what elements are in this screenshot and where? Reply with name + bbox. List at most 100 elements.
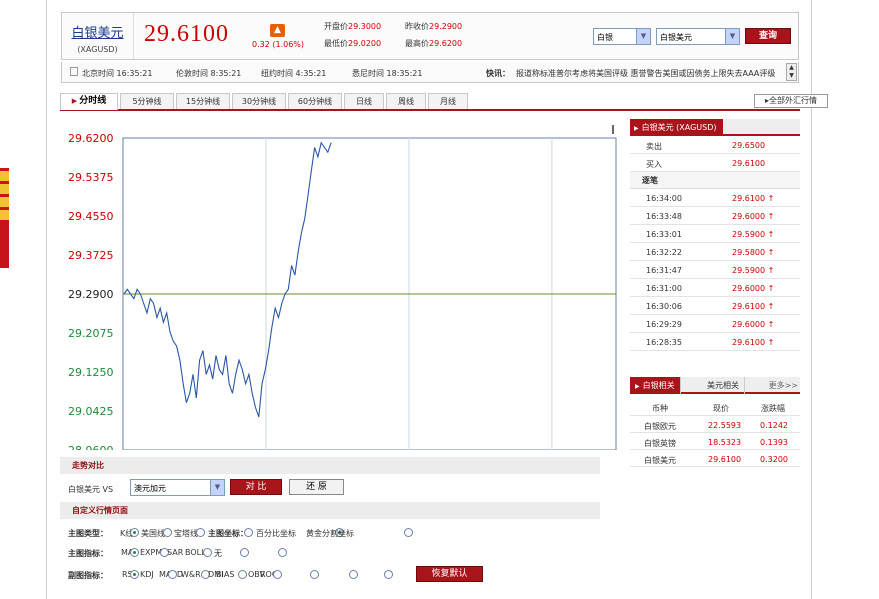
chart-period-tabs: ▶ 分时线 5分钟线 15分钟线 30分钟线 60分钟线 日线 周线 月线 ▸全部… [60, 93, 828, 111]
related-row[interactable]: 白银欧元 22.5593 0.1242 [630, 416, 800, 433]
intraday-chart: 29.6200 29.5375 29.4550 29.3725 29.2900 29.20… [60, 120, 620, 450]
london-time: 伦敦时间 8:35:21 [176, 69, 242, 78]
y-tick-label: 29.2075 [68, 327, 114, 340]
radio-extra-1[interactable] [310, 570, 319, 579]
right-quote-panel: ▶ 白银美元 (XAGUSD) 卖出 29.6500 买入 29.6100 逐笔 16… [630, 119, 800, 351]
left-frame-border [46, 0, 47, 599]
tick-row: 16:29:29 29.6000 ↑ [630, 315, 800, 333]
y-tick-label: 29.5375 [68, 171, 114, 184]
up-arrow-icon: ↑ [767, 284, 775, 293]
radio-rsi[interactable] [130, 570, 139, 579]
chevron-down-icon: ▼ [636, 29, 650, 44]
tab-usd-related[interactable]: 美元相关 [702, 377, 745, 394]
tick-row: 16:31:47 29.5900 ↑ [630, 261, 800, 279]
buy-row: 买入 29.6100 [630, 154, 800, 172]
low-price: 最低价29.0200 [324, 39, 382, 48]
radio-kdj[interactable] [168, 570, 177, 579]
reset-default-button[interactable]: 恢复默认 [416, 566, 483, 582]
radio-ma[interactable] [130, 548, 139, 557]
up-arrow-icon: ↑ [767, 302, 775, 311]
tick-row: 16:33:01 29.5900 ↑ [630, 225, 800, 243]
tick-row: 16:32:22 29.5800 ↑ [630, 243, 800, 261]
radio-boll[interactable] [203, 548, 212, 557]
compare-button[interactable]: 对 比 [230, 479, 282, 495]
tick-detail-header: 逐笔 [630, 172, 800, 189]
current-price: 29.6100 [144, 21, 229, 47]
radio-extra-coord[interactable] [404, 528, 413, 537]
tick-list: 16:34:00 29.6100 ↑ 16:33:48 29.6000 ↑ 16:33:… [630, 189, 800, 351]
clock-icon [70, 67, 78, 76]
radio-extra-2[interactable] [349, 570, 358, 579]
radio-bias[interactable] [238, 570, 247, 579]
newyork-time: 纽约时间 4:35:21 [261, 69, 327, 78]
related-table-body: 白银欧元 22.5593 0.1242 白银英镑 18.5323 0.1393 白银美元 29… [630, 416, 800, 467]
market-select[interactable]: 白银 ▼ [593, 28, 651, 45]
tick-row: 16:34:00 29.6100 ↑ [630, 189, 800, 207]
custom-section-header: 自定义行情页面 [60, 502, 600, 519]
query-button[interactable]: 查询 [745, 28, 791, 44]
tab-15min[interactable]: 15分钟线 [176, 93, 230, 109]
all-forex-quotes-button[interactable]: ▸全部外汇行情 [754, 94, 828, 108]
instrument-box: 白银美元 (XAGUSD) [62, 13, 134, 59]
related-row[interactable]: 白银英镑 18.5323 0.1393 [630, 433, 800, 450]
main-indicator-row: 主图指标： MA EXPMA SAR BOLL 无 [68, 546, 428, 560]
radio-usline[interactable] [163, 528, 172, 537]
radio-extra-3[interactable] [384, 570, 393, 579]
related-table-header: 币种 现价 涨跌幅 [630, 394, 800, 416]
tick-row: 16:28:35 29.6100 ↑ [630, 333, 800, 351]
up-arrow-icon: ▲ [270, 24, 285, 37]
news-ticker[interactable]: 快讯： 报道称标准普尔考虑将美国评级 惠誉警告美国或因债务上限失去AAA评级 [486, 68, 775, 79]
compare-row: 白银美元 VS 澳元加元 ▼ 对 比 还 原 [60, 479, 600, 497]
quote-header: 白银美元 (XAGUSD) 29.6100 ▲ 0.32 (1.06%) 开盘价… [61, 12, 799, 60]
up-arrow-icon: ↑ [767, 320, 775, 329]
y-tick-label: 28.9600 [68, 444, 114, 450]
tick-row: 16:30:06 29.6100 ↑ [630, 297, 800, 315]
symbol-select[interactable]: 白银美元 ▼ [656, 28, 740, 45]
restore-button[interactable]: 还 原 [289, 479, 344, 495]
tick-row: 16:33:48 29.6000 ↑ [630, 207, 800, 225]
chevron-down-icon: ▼ [210, 480, 224, 495]
chevron-down-icon: ▼ [725, 29, 739, 44]
tab-60min[interactable]: 60分钟线 [288, 93, 342, 109]
more-link[interactable]: 更多>> [769, 377, 798, 394]
sydney-time: 悉尼时间 18:35:21 [352, 69, 423, 78]
sell-row: 卖出 29.6500 [630, 136, 800, 154]
y-tick-label: 29.1250 [68, 366, 114, 379]
beijing-time: 北京时间 16:35:21 [82, 69, 153, 78]
radio-roc[interactable] [273, 570, 282, 579]
tab-monthly[interactable]: 月线 [428, 93, 468, 109]
tab-30min[interactable]: 30分钟线 [232, 93, 286, 109]
tab-daily[interactable]: 日线 [344, 93, 384, 109]
compare-select[interactable]: 澳元加元 ▼ [130, 479, 225, 496]
up-arrow-icon: ↑ [767, 212, 775, 221]
radio-extra-ind[interactable] [278, 548, 287, 557]
right-panel-header: ▶ 白银美元 (XAGUSD) [630, 119, 800, 136]
related-row[interactable]: 白银美元 29.6100 0.3200 [630, 450, 800, 467]
instrument-name-link[interactable]: 白银美元 [62, 22, 133, 41]
tab-weekly[interactable]: 周线 [386, 93, 426, 109]
up-arrow-icon: ↑ [767, 230, 775, 239]
up-arrow-icon: ↑ [767, 338, 775, 347]
tab-intraday[interactable]: ▶ 分时线 [60, 93, 118, 110]
up-arrow-icon: ↑ [767, 194, 775, 203]
tick-row: 16:31:00 29.6000 ↑ [630, 279, 800, 297]
price-change: 0.32 (1.06%) [252, 40, 305, 49]
side-ad-banner[interactable] [0, 168, 9, 268]
tab-silver-related[interactable]: ▶ 白银相关 [630, 377, 681, 394]
compare-label: 白银美元 VS [68, 485, 114, 494]
tab-5min[interactable]: 5分钟线 [120, 93, 174, 109]
radio-normal-coord[interactable] [244, 528, 253, 537]
main-chart-type-row: 主图类型： K线 美国线 宝塔线 主图坐标： 百分比坐标 黄金分割坐标 [68, 526, 428, 540]
y-tick-label: 29.2900 [68, 288, 114, 301]
y-tick-label: 29.4550 [68, 210, 114, 223]
radio-none[interactable] [240, 548, 249, 557]
ticker-scrollbar[interactable]: ▲ ▼ [786, 63, 797, 81]
compare-section-header: 走势对比 [60, 457, 600, 474]
high-price: 最高价29.6200 [405, 39, 463, 48]
world-clock-bar: 北京时间 16:35:21 伦敦时间 8:35:21 纽约时间 4:35:21 … [61, 62, 799, 83]
related-tabs: ▶ 白银相关 美元相关 更多>> [630, 377, 800, 394]
radio-kline[interactable] [130, 528, 139, 537]
y-tick-label: 29.0425 [68, 405, 114, 418]
instrument-code: (XAGUSD) [77, 45, 118, 54]
radio-tower[interactable] [196, 528, 205, 537]
